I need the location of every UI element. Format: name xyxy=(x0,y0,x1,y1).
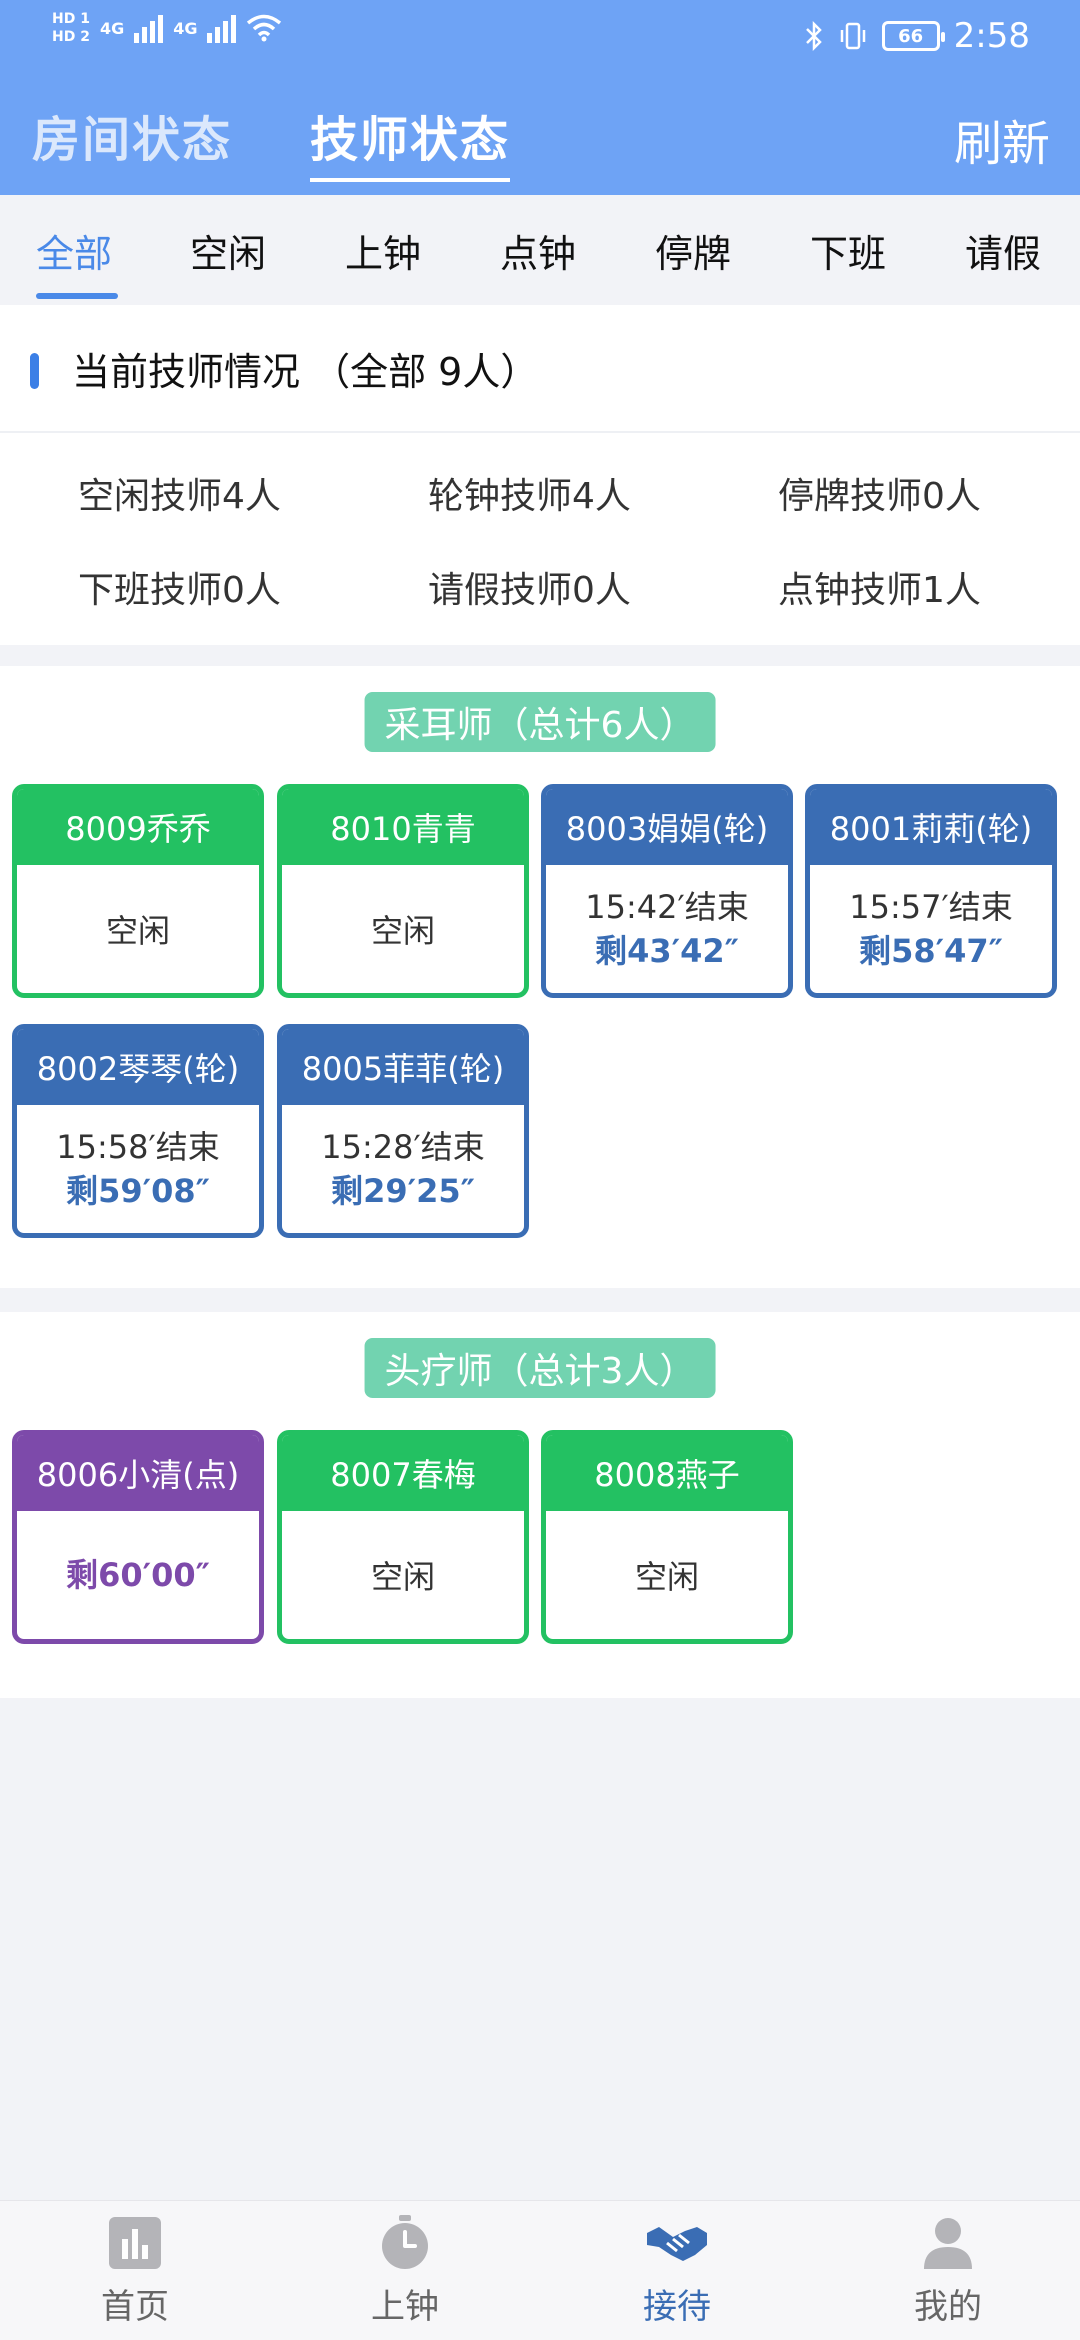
overview-title: 当前技师情况 （全部 9人） xyxy=(72,350,539,394)
tech-name: 8005菲菲(轮) xyxy=(282,1029,524,1105)
filter-leave[interactable]: 请假 xyxy=(965,223,1041,278)
tech-name: 8003娟娟(轮) xyxy=(546,789,788,865)
remaining-time: 剩43′42″ xyxy=(595,932,739,970)
end-time: 15:42′结束 xyxy=(585,888,749,926)
hd1-label: HD 1 xyxy=(52,11,90,27)
tech-card[interactable]: 8007春梅 空闲 xyxy=(277,1430,529,1644)
tech-name: 8010青青 xyxy=(282,789,524,865)
remaining-time: 剩29′25″ xyxy=(331,1172,475,1210)
stat-appointed: 点钟技师1人 xyxy=(778,570,981,611)
nav-clock-label: 上钟 xyxy=(371,2287,439,2327)
tech-name: 8009乔乔 xyxy=(17,789,259,865)
handshake-icon xyxy=(647,2227,707,2261)
stat-off-duty: 下班技师0人 xyxy=(78,570,281,611)
status-right: 66 2:58 xyxy=(804,16,1030,56)
remaining-time: 剩60′00″ xyxy=(66,1556,210,1594)
group-head-technicians: 头疗师（总计3人） 8006小清(点) 剩60′00″ 8007春梅 空闲 80… xyxy=(0,1312,1080,1698)
group-title: 头疗师（总计3人） xyxy=(364,1338,716,1398)
tech-name: 8007春梅 xyxy=(282,1435,524,1511)
tech-status: 空闲 xyxy=(370,912,435,950)
stat-rotation: 轮钟技师4人 xyxy=(428,476,631,517)
nav-home-label: 首页 xyxy=(101,2287,169,2327)
remaining-time: 剩58′47″ xyxy=(859,932,1003,970)
tech-name: 8002琴琴(轮) xyxy=(17,1029,259,1105)
tech-card[interactable]: 8005菲菲(轮) 15:28′结束 剩29′25″ xyxy=(277,1024,529,1238)
tech-card[interactable]: 8009乔乔 空闲 xyxy=(12,784,264,998)
active-filter-indicator xyxy=(36,293,118,299)
group-title: 采耳师（总计6人） xyxy=(364,692,716,752)
tech-timer: 15:57′结束 剩58′47″ xyxy=(810,865,1052,993)
end-time: 15:28′结束 xyxy=(321,1128,485,1166)
nav-mine-label: 我的 xyxy=(914,2287,982,2327)
tech-status: 空闲 xyxy=(634,1558,699,1596)
battery-level: 66 xyxy=(898,25,924,47)
network-2-label: 4G xyxy=(173,18,198,38)
filter-appointed[interactable]: 点钟 xyxy=(500,223,576,278)
nav-reception-label: 接待 xyxy=(643,2287,711,2327)
refresh-button[interactable]: 刷新 xyxy=(954,104,1050,174)
app-header: HD 1 HD 2 4G 4G 66 2:58 房间状态 技师状态 刷新 xyxy=(0,0,1080,195)
tech-card[interactable]: 8006小清(点) 剩60′00″ xyxy=(12,1430,264,1644)
divider xyxy=(0,431,1080,433)
hd-indicators: HD 1 HD 2 xyxy=(52,12,90,44)
battery-icon: 66 xyxy=(881,21,945,51)
tech-status: 空闲 xyxy=(105,912,170,950)
tech-card[interactable]: 8008燕子 空闲 xyxy=(541,1430,793,1644)
group-ear-technicians: 采耳师（总计6人） 8009乔乔 空闲 8010青青 空闲 8003娟娟(轮) … xyxy=(0,666,1080,1288)
filter-suspended[interactable]: 停牌 xyxy=(655,223,731,278)
stopwatch-icon xyxy=(382,2215,428,2269)
filter-off-duty[interactable]: 下班 xyxy=(810,223,886,278)
end-time: 15:57′结束 xyxy=(849,888,1013,926)
remaining-time: 剩59′08″ xyxy=(66,1172,210,1210)
nav-home[interactable]: 首页 xyxy=(55,2215,215,2328)
nav-reception[interactable]: 接待 xyxy=(597,2215,757,2328)
tech-timer: 剩60′00″ xyxy=(17,1511,259,1639)
filter-all[interactable]: 全部 xyxy=(36,223,112,278)
page-tabs: 房间状态 技师状态 刷新 xyxy=(0,100,1080,182)
signal-2-icon xyxy=(207,13,237,43)
nav-mine[interactable]: 我的 xyxy=(868,2215,1028,2328)
status-filter-tabs: 全部 空闲 上钟 点钟 停牌 下班 请假 xyxy=(0,195,1080,305)
overview-panel: 当前技师情况 （全部 9人） 空闲技师4人 轮钟技师4人 停牌技师0人 下班技师… xyxy=(0,305,1080,645)
tech-name: 8006小清(点) xyxy=(17,1435,259,1511)
section-marker xyxy=(30,353,39,389)
filter-on-clock[interactable]: 上钟 xyxy=(345,223,421,278)
wifi-icon xyxy=(247,14,282,42)
tech-card[interactable]: 8010青青 空闲 xyxy=(277,784,529,998)
status-left: HD 1 HD 2 4G 4G xyxy=(52,12,282,44)
nav-clock[interactable]: 上钟 xyxy=(325,2215,485,2328)
tab-room-status[interactable]: 房间状态 xyxy=(32,100,232,170)
network-1-label: 4G xyxy=(99,18,125,38)
clock-time: 2:58 xyxy=(953,16,1030,56)
user-icon xyxy=(924,2218,972,2269)
hd2-label: HD 2 xyxy=(52,29,90,45)
tech-timer: 15:58′结束 剩59′08″ xyxy=(17,1105,259,1233)
tech-timer: 15:28′结束 剩29′25″ xyxy=(282,1105,524,1233)
stat-idle: 空闲技师4人 xyxy=(78,476,281,517)
tech-status: 空闲 xyxy=(370,1558,435,1596)
stat-leave: 请假技师0人 xyxy=(428,570,631,611)
filter-idle[interactable]: 空闲 xyxy=(190,223,266,278)
bottom-nav: 首页 上钟 接待 我的 xyxy=(0,2200,1080,2340)
vibrate-icon xyxy=(840,22,865,50)
end-time: 15:58′结束 xyxy=(56,1128,220,1166)
tech-card[interactable]: 8003娟娟(轮) 15:42′结束 剩43′42″ xyxy=(541,784,793,998)
chart-icon xyxy=(109,2217,161,2269)
tab-tech-status[interactable]: 技师状态 xyxy=(310,100,511,182)
tech-name: 8001莉莉(轮) xyxy=(810,789,1052,865)
bluetooth-icon xyxy=(805,21,822,51)
stat-suspended: 停牌技师0人 xyxy=(778,476,981,517)
tech-name: 8008燕子 xyxy=(546,1435,788,1511)
tech-card[interactable]: 8002琴琴(轮) 15:58′结束 剩59′08″ xyxy=(12,1024,264,1238)
signal-1-icon xyxy=(134,13,164,43)
status-bar: HD 1 HD 2 4G 4G 66 2:58 xyxy=(0,0,1080,75)
tech-card[interactable]: 8001莉莉(轮) 15:57′结束 剩58′47″ xyxy=(805,784,1057,998)
tech-timer: 15:42′结束 剩43′42″ xyxy=(546,865,788,993)
